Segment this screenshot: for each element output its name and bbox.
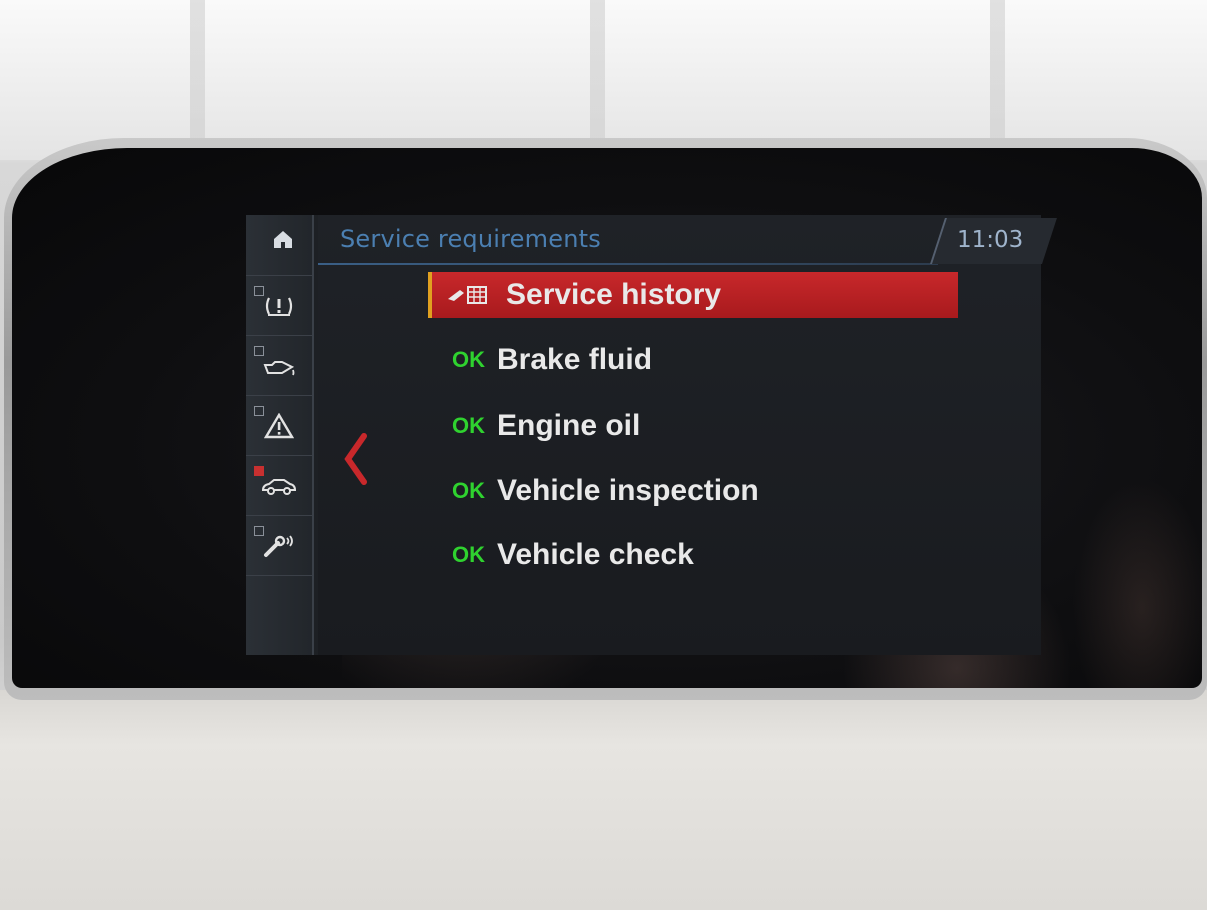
status-badge: OK bbox=[452, 542, 485, 567]
service-wrench-icon bbox=[264, 535, 293, 557]
menu-item-label: Engine oil bbox=[497, 409, 641, 442]
oil-can-icon bbox=[263, 361, 295, 376]
home-icon[interactable] bbox=[272, 228, 294, 250]
checkbox-marker bbox=[254, 406, 264, 416]
checkbox-marker bbox=[254, 286, 264, 296]
menu-item-label: Brake fluid bbox=[497, 343, 653, 376]
glare-reflection bbox=[1072, 478, 1202, 688]
menu-item-label: Service history bbox=[506, 278, 722, 311]
sidebar-item-teleservices[interactable] bbox=[246, 515, 312, 576]
sidebar bbox=[246, 215, 314, 655]
status-badge: OK bbox=[452, 413, 485, 438]
checkbox-marker bbox=[254, 346, 264, 356]
dashboard-trim bbox=[0, 690, 1207, 910]
service-history-icon bbox=[448, 286, 487, 304]
menu-item-vehicle-check[interactable]: OK Vehicle check bbox=[428, 532, 954, 578]
warning-triangle-icon bbox=[264, 413, 294, 439]
menu-item-label: Vehicle inspection bbox=[497, 474, 759, 507]
checkbox-marker bbox=[254, 526, 264, 536]
menu-item-service-history[interactable]: Service history bbox=[428, 272, 958, 318]
sidebar-item-vehicle-status[interactable] bbox=[246, 455, 312, 516]
title-divider bbox=[318, 263, 938, 265]
menu-item-brake-fluid[interactable]: OK Brake fluid bbox=[428, 337, 954, 383]
status-badge: OK bbox=[452, 347, 485, 372]
clock: 11:03 bbox=[957, 227, 1024, 253]
back-arrow-icon[interactable] bbox=[340, 432, 370, 486]
menu-item-label: Vehicle check bbox=[497, 538, 694, 571]
tire-pressure-icon bbox=[265, 297, 293, 316]
sidebar-item-empty bbox=[246, 575, 312, 636]
checkbox-marker bbox=[254, 466, 264, 476]
vehicle-icon bbox=[261, 479, 297, 495]
sidebar-item-tire-pressure[interactable] bbox=[246, 275, 312, 336]
sidebar-item-warnings[interactable] bbox=[246, 395, 312, 456]
menu-item-engine-oil[interactable]: OK Engine oil bbox=[428, 403, 954, 449]
page-title: Service requirements bbox=[340, 225, 601, 253]
menu-item-vehicle-inspection[interactable]: OK Vehicle inspection bbox=[428, 468, 954, 514]
sidebar-item-oil[interactable] bbox=[246, 335, 312, 396]
status-badge: OK bbox=[452, 478, 485, 503]
background-ceiling bbox=[0, 0, 1207, 160]
